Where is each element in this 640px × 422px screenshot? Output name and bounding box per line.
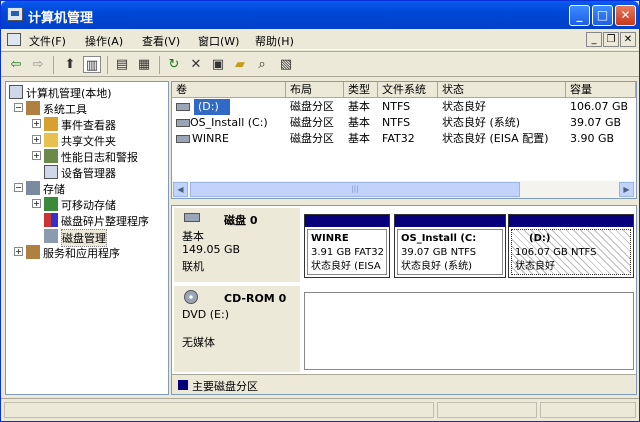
cdrom-0-label[interactable]: CD-ROM 0 DVD (E:) 无媒体	[174, 286, 300, 372]
window: 计算机管理 _ □ ✕ 文件(F) 操作(A) 查看(V) 窗口(W) 帮助(H…	[0, 0, 640, 422]
performance-icon	[44, 149, 58, 163]
primary-partition-bar	[305, 215, 389, 227]
console-tree: 计算机管理(本地) − 系统工具 + 事件查看器 + 共享文件夹 + 性能日志和…	[5, 81, 169, 395]
up-folder-icon[interactable]: ⬆	[61, 56, 79, 73]
mdi-minimize-button[interactable]: _	[586, 32, 602, 47]
volume-list: 卷 布局 类型 文件系统 状态 容量 (D:) 磁盘分区 基本 NTFS 状态良…	[171, 81, 637, 199]
disk-graph-view: 磁盘 0 基本 149.05 GB 联机 WINRE 3.91 GB FAT32…	[171, 205, 637, 395]
horizontal-scrollbar[interactable]: ◀ ||| ▶	[172, 181, 636, 198]
show-tree-icon[interactable]: ▥	[83, 56, 101, 73]
toolbox-icon	[26, 101, 40, 115]
export-icon[interactable]: ▣	[209, 56, 227, 73]
menu-file[interactable]: 文件(F)	[29, 33, 66, 49]
event-viewer-icon	[44, 117, 58, 131]
computer-management-icon	[7, 7, 23, 21]
menu-help[interactable]: 帮助(H)	[255, 33, 294, 49]
cdrom-icon	[184, 290, 198, 304]
disk-management-icon	[44, 229, 58, 243]
title-bar[interactable]: 计算机管理 _ □ ✕	[1, 1, 639, 29]
column-header-type[interactable]: 类型	[344, 82, 378, 98]
menu-view[interactable]: 查看(V)	[142, 33, 180, 49]
shared-folder-icon	[44, 133, 58, 147]
partition-winre[interactable]: WINRE 3.91 GB FAT32 状态良好 (EISA	[304, 214, 390, 278]
expand-icon[interactable]: +	[32, 135, 41, 144]
delete-icon[interactable]: ✕	[187, 56, 205, 73]
scroll-left-icon[interactable]: ◀	[173, 182, 188, 197]
status-pane-2	[437, 402, 537, 418]
settings-icon[interactable]: ▧	[277, 56, 295, 73]
disk-icon	[184, 213, 200, 222]
help-icon[interactable]: ▦	[135, 56, 153, 73]
device-manager-icon	[44, 165, 58, 179]
partition-d[interactable]: (D:) 106.07 GB NTFS 状态良好	[508, 214, 634, 278]
primary-partition-swatch	[178, 380, 188, 390]
scroll-right-icon[interactable]: ▶	[619, 182, 634, 197]
mdi-restore-button[interactable]: ❐	[603, 32, 619, 47]
expand-icon[interactable]: +	[32, 119, 41, 128]
refresh-icon[interactable]: ↻	[165, 56, 183, 73]
column-header-volume[interactable]: 卷	[172, 82, 286, 98]
column-header-status[interactable]: 状态	[438, 82, 566, 98]
close-button[interactable]: ✕	[615, 5, 636, 26]
window-title: 计算机管理	[28, 11, 94, 26]
volume-icon	[176, 135, 190, 143]
column-header-layout[interactable]: 布局	[286, 82, 344, 98]
partition-os-install[interactable]: OS_Install (C: 39.07 GB NTFS 状态良好 (系统)	[394, 214, 506, 278]
storage-icon	[26, 181, 40, 195]
open-folder-icon[interactable]: ▰	[231, 56, 249, 73]
status-bar	[1, 398, 639, 421]
expand-icon[interactable]: +	[14, 247, 23, 256]
menu-bar: 文件(F) 操作(A) 查看(V) 窗口(W) 帮助(H) _ ❐ ✕	[1, 30, 639, 50]
menu-window[interactable]: 窗口(W)	[198, 33, 239, 49]
volume-icon	[176, 103, 190, 111]
properties-icon[interactable]: ▤	[113, 56, 131, 73]
volume-icon	[176, 119, 190, 127]
column-header-filesystem[interactable]: 文件系统	[378, 82, 438, 98]
maximize-button[interactable]: □	[592, 5, 613, 26]
scroll-thumb[interactable]: |||	[190, 182, 520, 197]
menu-action[interactable]: 操作(A)	[85, 33, 123, 49]
legend: 主要磁盘分区	[172, 374, 636, 394]
removable-storage-icon	[44, 197, 58, 211]
minimize-button[interactable]: _	[569, 5, 590, 26]
collapse-icon[interactable]: −	[14, 103, 23, 112]
details-pane: 卷 布局 类型 文件系统 状态 容量 (D:) 磁盘分区 基本 NTFS 状态良…	[171, 81, 637, 395]
expand-icon[interactable]: +	[32, 151, 41, 160]
defragmenter-icon	[44, 213, 58, 227]
app-menu-icon[interactable]	[7, 33, 21, 46]
column-header-capacity[interactable]: 容量	[566, 82, 636, 98]
computer-icon	[9, 85, 23, 99]
disk-0-label[interactable]: 磁盘 0 基本 149.05 GB 联机	[174, 208, 300, 282]
cdrom-empty-area[interactable]	[304, 292, 634, 370]
back-icon[interactable]: ⇦	[7, 56, 25, 73]
primary-partition-bar	[395, 215, 505, 227]
mdi-close-button[interactable]: ✕	[620, 32, 636, 47]
toolbar: ⇦ ⇨ ⬆ ▥ ▤ ▦ ↻ ✕ ▣ ▰ ⌕ ▧	[1, 51, 639, 77]
expand-icon[interactable]: +	[32, 199, 41, 208]
services-icon	[26, 245, 40, 259]
status-pane-main	[4, 402, 434, 418]
primary-partition-bar	[509, 215, 633, 227]
collapse-icon[interactable]: −	[14, 183, 23, 192]
search-icon[interactable]: ⌕	[253, 56, 271, 73]
forward-icon[interactable]: ⇨	[29, 56, 47, 73]
status-pane-3	[540, 402, 636, 418]
